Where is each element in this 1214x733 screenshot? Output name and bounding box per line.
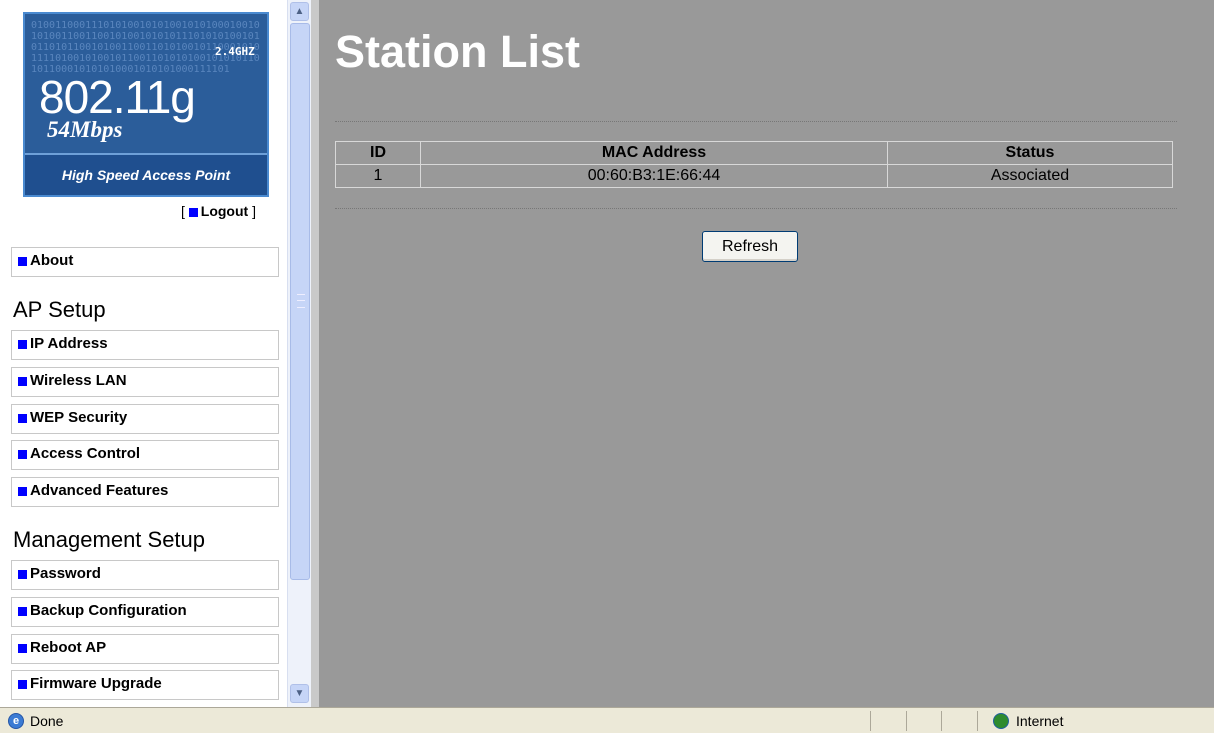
column-header-id: ID — [335, 141, 421, 165]
scrollbar-grip-icon — [297, 294, 305, 308]
security-zone-label: Internet — [1016, 713, 1064, 729]
logo-speed: 54Mbps — [47, 117, 123, 142]
nav-item-label: WEP Security — [30, 409, 128, 426]
section-title-management-setup: Management Setup — [13, 527, 206, 552]
nav-item-advanced-features[interactable]: Advanced Features — [11, 477, 279, 507]
product-logo: 0100110001110101001010100101010001001010… — [23, 12, 269, 197]
logout-link[interactable]: [ Logout ] — [181, 203, 256, 219]
bullet-icon — [18, 486, 27, 496]
nav-item-label: IP Address — [30, 335, 108, 352]
bullet-icon — [18, 569, 27, 579]
left-nav-frame: 0100110001110101001010100101010001001010… — [0, 0, 287, 707]
nav-item-wep-security[interactable]: WEP Security — [11, 404, 279, 434]
status-text: Done — [30, 713, 64, 729]
column-header-mac-address: MAC Address — [420, 141, 888, 165]
cell-mac-address: 00:60:B3:1E:66:44 — [420, 164, 888, 188]
bullet-icon — [18, 413, 27, 423]
bullet-icon — [18, 679, 27, 689]
frame-divider[interactable] — [311, 0, 319, 707]
scroll-down-arrow-icon[interactable]: ▼ — [290, 684, 309, 703]
nav-item-reboot-ap[interactable]: Reboot AP — [11, 634, 279, 664]
divider-line — [335, 121, 1177, 122]
logo-frequency: 2.4GHZ — [215, 45, 255, 58]
logo-tagline: High Speed Access Point — [25, 153, 267, 195]
bullet-icon — [18, 376, 27, 386]
nav-item-label: Reboot AP — [30, 639, 107, 656]
main-content-frame: Station List ID MAC Address Status 1 00:… — [319, 0, 1214, 707]
bullet-icon — [18, 256, 27, 266]
nav-item-label: About — [30, 252, 74, 269]
nav-item-label: Password — [30, 565, 101, 582]
page-done-icon: e — [8, 713, 24, 729]
nav-item-about[interactable]: About — [11, 247, 279, 277]
bullet-icon — [188, 207, 198, 217]
page-title: Station List — [335, 26, 580, 77]
status-separator — [870, 711, 871, 731]
table-row: 1 00:60:B3:1E:66:44 Associated — [335, 164, 1173, 188]
scrollbar-thumb[interactable] — [290, 23, 310, 580]
bullet-icon — [18, 449, 27, 459]
logout-bracket-open: [ — [181, 203, 185, 219]
status-separator — [977, 711, 978, 731]
nav-item-label: Firmware Upgrade — [30, 675, 162, 692]
internet-globe-icon — [993, 713, 1009, 729]
table-header-row: ID MAC Address Status — [335, 141, 1173, 165]
bullet-icon — [18, 606, 27, 616]
bullet-icon — [18, 339, 27, 349]
status-separator — [906, 711, 907, 731]
nav-item-label: Access Control — [30, 445, 141, 462]
logout-bracket-close: ] — [252, 203, 256, 219]
column-header-status: Status — [887, 141, 1173, 165]
scroll-up-arrow-icon[interactable]: ▲ — [290, 2, 309, 21]
nav-item-label: Advanced Features — [30, 482, 169, 499]
logo-standard: 802.11g — [39, 71, 196, 123]
browser-status-bar: e Done Internet — [0, 707, 1214, 733]
logout-label: Logout — [200, 203, 249, 219]
nav-item-backup-configuration[interactable]: Backup Configuration — [11, 597, 279, 627]
nav-item-label: Wireless LAN — [30, 372, 127, 389]
cell-status: Associated — [887, 164, 1173, 188]
divider-line — [335, 208, 1177, 209]
station-table: ID MAC Address Status 1 00:60:B3:1E:66:4… — [335, 141, 1173, 188]
bullet-icon — [18, 643, 27, 653]
status-separator — [941, 711, 942, 731]
nav-item-firmware-upgrade[interactable]: Firmware Upgrade — [11, 670, 279, 700]
nav-item-password[interactable]: Password — [11, 560, 279, 590]
nav-item-access-control[interactable]: Access Control — [11, 440, 279, 470]
cell-id: 1 — [335, 164, 421, 188]
nav-item-wireless-lan[interactable]: Wireless LAN — [11, 367, 279, 397]
nav-item-ip-address[interactable]: IP Address — [11, 330, 279, 360]
section-title-ap-setup: AP Setup — [13, 297, 106, 322]
nav-item-label: Backup Configuration — [30, 602, 187, 619]
vertical-scrollbar[interactable]: ▲ ▼ — [287, 0, 311, 707]
refresh-button[interactable]: Refresh — [702, 231, 798, 262]
